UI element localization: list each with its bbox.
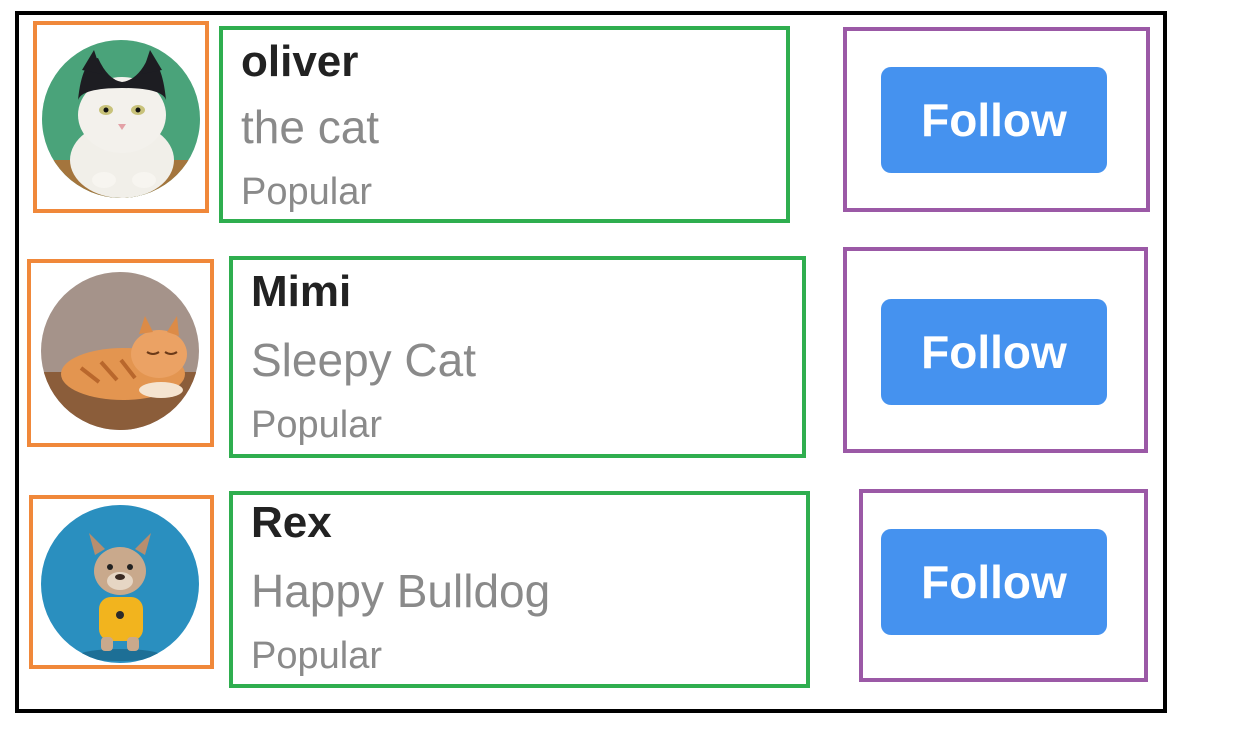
follow-button[interactable]: Follow (881, 529, 1107, 635)
user-info: Rex Happy Bulldog Popular (229, 491, 810, 688)
user-subtitle: Happy Bulldog (251, 565, 551, 617)
cat-photo-icon (42, 40, 200, 198)
cat-photo-icon (41, 272, 199, 430)
popular-tag: Popular (251, 404, 382, 446)
action-container: Follow (843, 247, 1148, 453)
popular-tag: Popular (241, 171, 372, 213)
avatar[interactable] (41, 505, 199, 663)
avatar[interactable] (41, 272, 199, 430)
user-subtitle: the cat (241, 101, 380, 153)
user-name[interactable]: oliver (241, 40, 358, 84)
avatar-container (29, 495, 214, 669)
action-container: Follow (843, 27, 1150, 212)
avatar-container (27, 259, 214, 447)
avatar[interactable] (42, 40, 200, 198)
follow-button[interactable]: Follow (881, 299, 1107, 405)
follow-button[interactable]: Follow (881, 67, 1107, 173)
user-info: Mimi Sleepy Cat Popular (229, 256, 806, 458)
user-name[interactable]: Rex (251, 501, 332, 545)
dog-photo-icon (41, 505, 199, 663)
avatar-container (33, 21, 209, 213)
user-name[interactable]: Mimi (251, 270, 351, 314)
popular-tag: Popular (251, 635, 382, 677)
user-subtitle: Sleepy Cat (251, 334, 477, 386)
user-info: oliver the cat Popular (219, 26, 790, 223)
action-container: Follow (859, 489, 1148, 682)
